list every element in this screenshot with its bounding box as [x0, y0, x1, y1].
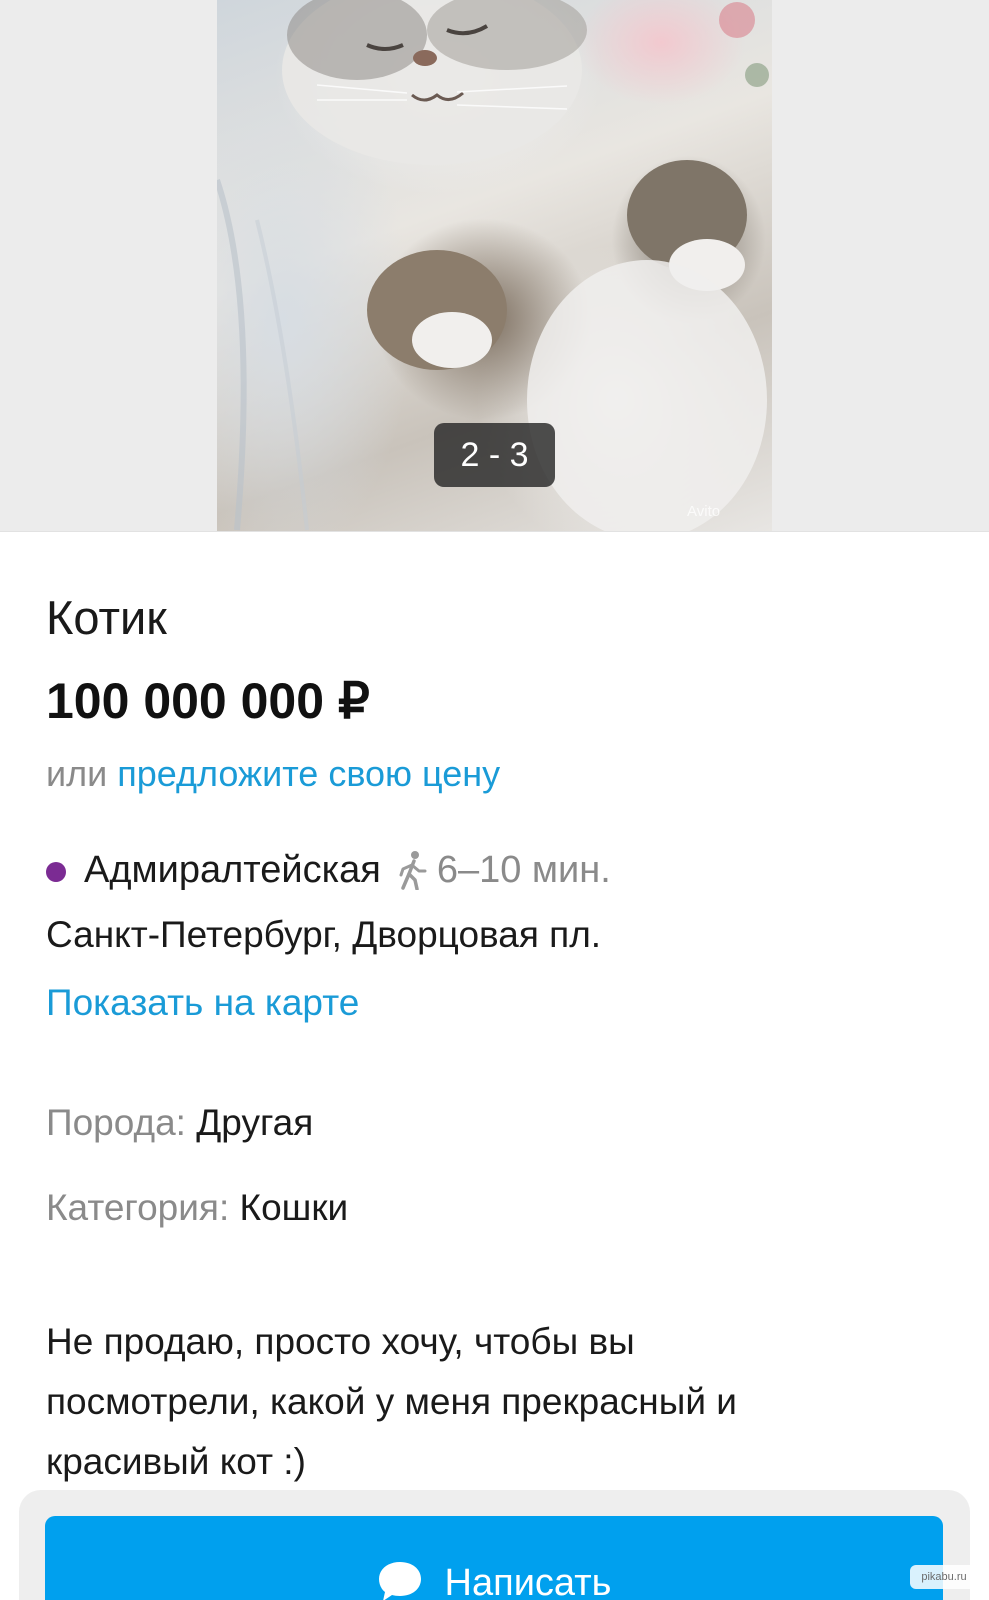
price-offer: или предложите свою цену: [46, 753, 500, 795]
offer-price-link[interactable]: предложите свою цену: [117, 753, 500, 794]
metro-info: Адмиралтейская 6–10 мин.: [46, 848, 611, 892]
metro-station: Адмиралтейская: [84, 848, 381, 891]
param-label: Порода:: [46, 1102, 197, 1143]
source-watermark: pikabu.ru: [910, 1565, 978, 1589]
listing-price: 100 000 000 ₽: [46, 673, 370, 729]
listing-page: Avito 2 - 3 Котик 100 000 000 ₽ или пред…: [0, 0, 989, 1600]
photo-gallery[interactable]: Avito 2 - 3: [0, 0, 989, 532]
walk-time-text: 6–10 мин.: [436, 848, 611, 891]
chat-bubble-icon: [378, 1562, 421, 1600]
param-value: Кошки: [239, 1187, 349, 1228]
metro-line-icon: [46, 862, 66, 882]
address: Санкт-Петербург, Дворцовая пл.: [46, 914, 602, 955]
listing-description: Не продаю, просто хочу, чтобы вы посмотр…: [46, 1312, 926, 1492]
listing-title: Котик: [46, 591, 167, 644]
show-on-map-link[interactable]: Показать на карте: [46, 982, 359, 1024]
description-line: посмотрели, какой у меня прекрасный и: [46, 1381, 737, 1422]
photo-counter: 2 - 3: [434, 423, 555, 487]
photo-watermark: Avito: [687, 503, 721, 520]
param-value: Другая: [196, 1102, 314, 1143]
param-label: Категория:: [46, 1187, 240, 1228]
walk-time: 6–10 мин.: [395, 849, 611, 892]
write-message-button[interactable]: Написать: [45, 1516, 943, 1600]
param-breed: Порода: Другая: [46, 1102, 313, 1144]
description-line: красивый кот :): [46, 1441, 306, 1482]
offer-prefix: или: [46, 753, 118, 794]
param-category: Категория: Кошки: [46, 1187, 348, 1229]
description-line: Не продаю, просто хочу, чтобы вы: [46, 1321, 635, 1362]
walking-person-icon: [399, 851, 427, 890]
write-button-label: Написать: [444, 1562, 612, 1600]
